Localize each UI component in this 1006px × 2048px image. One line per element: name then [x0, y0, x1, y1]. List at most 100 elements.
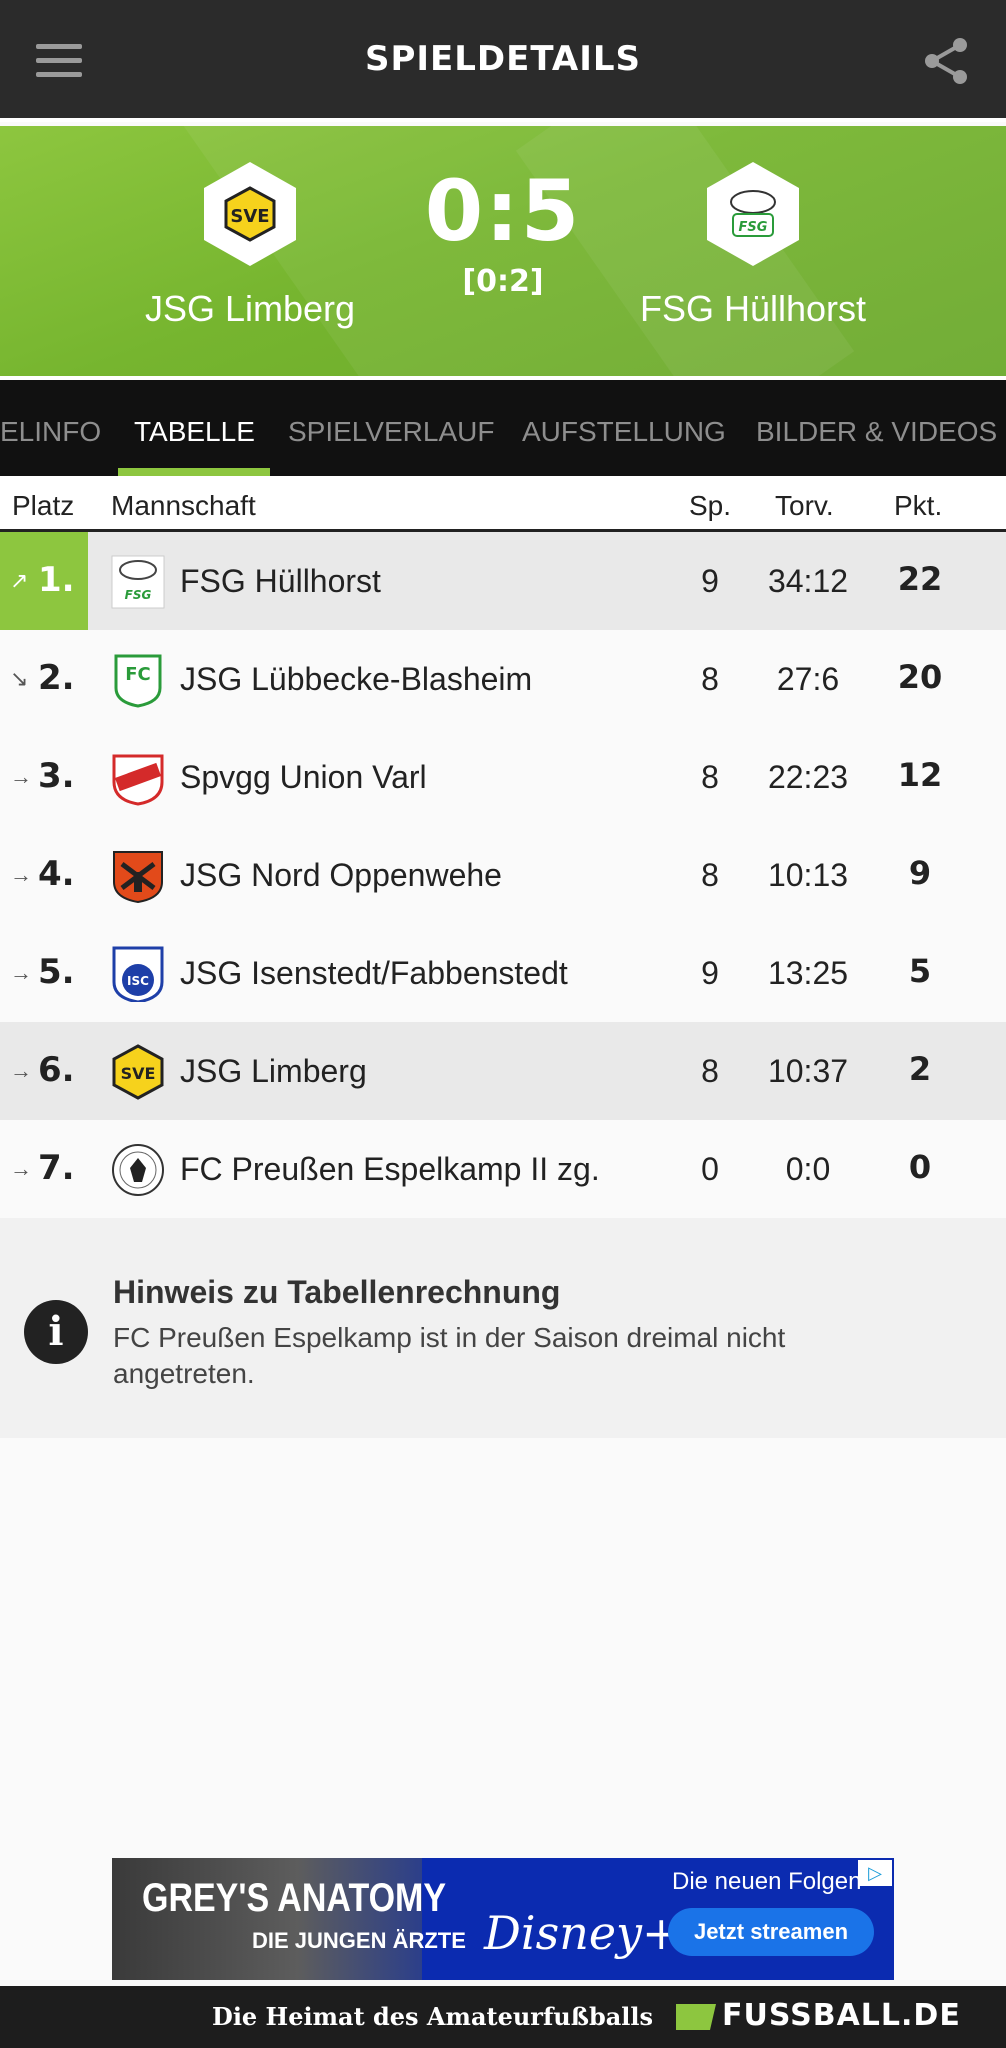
svg-text:SVE: SVE	[121, 1064, 156, 1083]
team-name: JSG Isenstedt/Fabbenstedt	[180, 955, 568, 991]
team-logo: FC	[114, 654, 162, 708]
tab-spielverlauf[interactable]: SPIELVERLAUF	[288, 416, 494, 448]
goal-ratio: 22:23	[767, 759, 849, 795]
team-name: Spvgg Union Varl	[180, 759, 427, 795]
trend-up-icon: ↗	[10, 568, 29, 593]
col-platz: Platz	[12, 490, 75, 521]
ad-show-title: GREY'S ANATOMY	[142, 1876, 447, 1920]
tab-spielinfo[interactable]: ELINFO	[0, 416, 101, 448]
team-name: FC Preußen Espelkamp II zg.	[180, 1151, 600, 1187]
points: 0	[908, 1148, 932, 1186]
col-sp: Sp.	[689, 490, 732, 521]
footer-tagline: Die Heimat des Amateurfußballs	[212, 2002, 654, 2031]
table-notice: i Hinweis zu Tabellenrechnung FC Preußen…	[0, 1218, 1006, 1438]
tab-aufstellung[interactable]: AUFSTELLUNG	[522, 416, 726, 448]
col-mannschaft: Mannschaft	[111, 490, 256, 521]
tab-bilder-videos[interactable]: BILDER & VIDEOS	[756, 416, 997, 448]
rank: 3.	[38, 756, 75, 796]
points: 5	[908, 952, 932, 990]
brand-logo-icon	[676, 2004, 716, 2030]
rank: 4.	[38, 854, 75, 894]
team-logo: FSG	[111, 555, 165, 609]
away-team-logo: FSG	[707, 162, 799, 266]
away-team[interactable]: FSG FSG Hüllhorst	[583, 162, 923, 330]
trend-neutral-icon: →	[10, 960, 32, 985]
ad-brand: Disney+	[484, 1906, 681, 1960]
rank: 7.	[38, 1148, 75, 1188]
hamburger-menu-icon[interactable]	[36, 44, 82, 78]
app-header: SPIELDETAILS	[0, 0, 1006, 122]
table-header: Platz Mannschaft Sp. Torv. Pkt.	[0, 476, 1006, 532]
games-played: 8	[701, 661, 719, 697]
team-name: JSG Lübbecke-Blasheim	[180, 661, 533, 697]
games-played: 9	[701, 563, 719, 599]
svg-text:FSG: FSG	[125, 588, 152, 602]
rank-cell: ↗ 1.	[0, 532, 88, 630]
points: 12	[897, 756, 943, 794]
goal-ratio: 34:12	[767, 563, 849, 599]
ad-promo-text: Die neuen Folgen	[672, 1868, 862, 1895]
col-pkt: Pkt.	[894, 490, 943, 521]
info-icon: i	[24, 1300, 88, 1364]
footer-bar: Die Heimat des Amateurfußballs FUSSBALL.…	[0, 1986, 1006, 2048]
standings-table: ↗ 1. FSG FSG Hüllhorst 9 34:12 22 ↘ 2. F…	[0, 532, 1006, 1218]
games-played: 8	[701, 1053, 719, 1089]
team-logo: SVE	[112, 1044, 164, 1100]
table-row[interactable]: → 7. FC Preußen Espelkamp II zg. 0 0:0 0	[0, 1120, 1006, 1218]
goal-ratio: 0:0	[785, 1151, 831, 1187]
match-score-header: SVE JSG Limberg 0:5 [0:2] FSG FSG Hüllho…	[0, 126, 1006, 376]
rank-cell: → 6.	[0, 1022, 88, 1120]
trend-neutral-icon: →	[10, 764, 32, 789]
table-row[interactable]: → 5. ISC JSG Isenstedt/Fabbenstedt 9 13:…	[0, 924, 1006, 1022]
active-tab-indicator	[118, 468, 270, 476]
team-name: JSG Limberg	[180, 1053, 367, 1089]
games-played: 8	[701, 759, 719, 795]
team-logo: ISC	[112, 946, 164, 1002]
ad-cta-button[interactable]: Jetzt streamen	[668, 1908, 874, 1956]
svg-text:FC: FC	[125, 664, 151, 685]
team-logo	[113, 851, 163, 904]
team-logo	[112, 754, 164, 806]
trend-neutral-icon: →	[10, 1156, 32, 1181]
tab-tabelle[interactable]: TABELLE	[134, 416, 255, 448]
col-torv: Torv.	[775, 490, 834, 521]
goal-ratio: 13:25	[767, 955, 849, 991]
svg-text:FSG: FSG	[739, 220, 768, 235]
notice-title: Hinweis zu Tabellenrechnung	[113, 1274, 561, 1310]
page-title: SPIELDETAILS	[364, 39, 642, 79]
trend-neutral-icon: →	[10, 862, 32, 887]
rank: 6.	[38, 1050, 75, 1090]
rank-cell: → 5.	[0, 924, 88, 1022]
tab-bar: ELINFO TABELLE SPIELVERLAUF AUFSTELLUNG …	[0, 376, 1006, 476]
ad-show-subtitle: DIE JUNGEN ÄRZTE	[252, 1928, 466, 1953]
table-row[interactable]: ↘ 2. FC JSG Lübbecke-Blasheim 8 27:6 20	[0, 630, 1006, 728]
table-row[interactable]: → 6. SVE JSG Limberg 8 10:37 2	[0, 1022, 1006, 1120]
ad-choices-icon[interactable]: ▷	[858, 1860, 892, 1886]
table-row[interactable]: → 4. JSG Nord Oppenwehe 8 10:13 9	[0, 826, 1006, 924]
footer-brand[interactable]: FUSSBALL.DE	[722, 1998, 961, 2033]
share-icon[interactable]	[922, 36, 970, 86]
points: 9	[908, 854, 932, 892]
rank-cell: → 4.	[0, 826, 88, 924]
team-name: FSG Hüllhorst	[180, 563, 381, 599]
rank-cell: → 3.	[0, 728, 88, 826]
svg-text:ISC: ISC	[127, 974, 149, 988]
games-played: 9	[701, 955, 719, 991]
notice-text: FC Preußen Espelkamp ist in der Saison d…	[113, 1322, 786, 1389]
points: 20	[897, 658, 943, 696]
rank: 2.	[38, 658, 75, 698]
goal-ratio: 27:6	[776, 661, 840, 697]
rank-cell: → 7.	[0, 1120, 88, 1218]
team-name: JSG Nord Oppenwehe	[180, 857, 502, 893]
ad-banner[interactable]: GREY'S ANATOMY DIE JUNGEN ÄRZTE Disney+ …	[112, 1858, 894, 1980]
points: 22	[897, 560, 943, 598]
goal-ratio: 10:13	[767, 857, 849, 893]
team-logo	[112, 1144, 164, 1196]
trend-down-icon: ↘	[10, 666, 29, 691]
goal-ratio: 10:37	[767, 1053, 849, 1089]
table-row[interactable]: ↗ 1. FSG FSG Hüllhorst 9 34:12 22	[0, 532, 1006, 630]
trend-neutral-icon: →	[10, 1058, 32, 1083]
rank: 5.	[38, 952, 75, 992]
table-row[interactable]: → 3. Spvgg Union Varl 8 22:23 12	[0, 728, 1006, 826]
points: 2	[908, 1050, 932, 1088]
